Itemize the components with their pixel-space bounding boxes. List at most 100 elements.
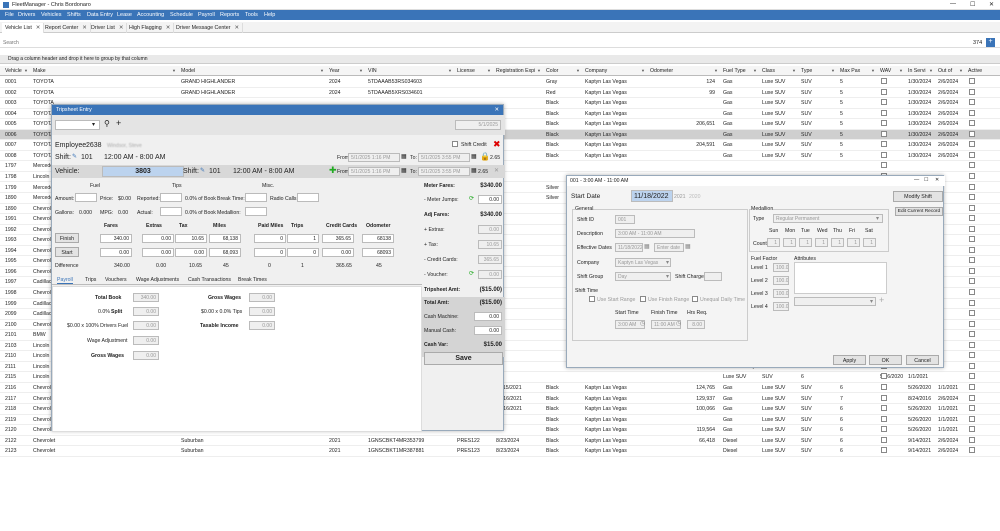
minimize-icon[interactable]: — [914,177,919,183]
calendar-icon[interactable]: ▦ [644,243,650,250]
table-row[interactable]: 0002 TOYOTA GRAND HIGHLANDER 2024 5TDAAAB5XR… [0,88,1000,99]
subtab-vouchers[interactable]: Vouchers [105,277,127,283]
column-header[interactable]: Vehicle [5,68,22,74]
extras-input[interactable]: 0.00 [478,225,502,234]
table-row[interactable]: 2123 Chevrolet Suburban 2021 1GNSCBKT1MR3878… [0,446,1000,457]
column-header[interactable]: Model [181,68,195,74]
active-checkbox[interactable] [969,99,975,106]
active-checkbox[interactable] [969,257,975,264]
active-checkbox[interactable] [969,341,975,348]
day-count-input[interactable]: 1 [767,238,780,247]
use-start-range-checkbox[interactable] [589,296,595,302]
wav-checkbox[interactable] [881,415,887,422]
column-header[interactable]: Make [33,68,46,74]
active-checkbox[interactable] [969,246,975,253]
filter-icon[interactable]: ▼ [359,68,363,73]
maximize-icon[interactable]: ☐ [924,177,929,183]
subtab-break-times[interactable]: Break Times [238,277,267,283]
active-checkbox[interactable] [969,320,975,327]
close-icon[interactable]: ✕ [36,25,40,31]
menu-vehicles[interactable]: Vehicles [41,12,62,18]
tips-calc-input[interactable]: 0.00 [249,307,275,316]
filter-icon[interactable]: ▼ [871,68,875,73]
active-checkbox[interactable] [969,310,975,317]
tab-report-center[interactable]: Report Center ✕ [42,23,91,33]
clock-icon[interactable]: ◷ [676,320,681,327]
active-checkbox[interactable] [969,194,975,201]
active-checkbox[interactable] [969,426,975,433]
column-header[interactable]: Company [585,68,607,74]
wav-checkbox[interactable] [881,383,887,390]
taxable-income-input[interactable]: 0.00 [249,321,275,330]
cancel-button[interactable]: Cancel [906,355,939,365]
filter-icon[interactable]: ▼ [172,68,176,73]
wav-checkbox[interactable] [881,78,887,84]
filter-icon[interactable]: ▼ [899,68,903,73]
active-checkbox[interactable] [969,151,975,158]
active-checkbox[interactable] [969,405,975,412]
close-icon[interactable]: ✕ [234,25,238,31]
filter-icon[interactable]: ▼ [792,68,796,73]
active-checkbox[interactable] [969,331,975,338]
tab-driver-message-center[interactable]: Driver Message Center ✕ [173,23,243,33]
active-checkbox[interactable] [969,109,975,116]
column-header[interactable]: Odometer [650,68,673,74]
calendar-icon[interactable]: ▦ [685,243,691,250]
table-row[interactable]: 2122 Chevrolet Suburban 2021 1GNSCBKT4MR3537… [0,436,1000,447]
start-value[interactable]: 68,093 [209,248,241,257]
filter-icon[interactable]: ▼ [929,68,933,73]
calendar-icon[interactable]: ▦ [471,153,477,160]
close-icon[interactable]: ✕ [495,107,499,113]
wav-checkbox[interactable] [881,447,887,454]
search-icon[interactable]: ⚲ [104,119,110,128]
wav-checkbox[interactable] [881,141,887,148]
active-checkbox[interactable] [969,352,975,359]
finish-value[interactable]: 340.00 [100,234,132,243]
credit-cards-input[interactable]: 365.65 [478,255,502,264]
active-checkbox[interactable] [969,204,975,211]
tax-input[interactable]: 10.65 [478,240,502,249]
column-header[interactable]: Year [329,68,339,74]
active-checkbox[interactable] [969,215,975,222]
column-header[interactable]: In Servi [908,68,926,74]
finish-value[interactable]: 0.00 [142,234,174,243]
column-header[interactable]: Active [968,68,982,74]
active-checkbox[interactable] [969,162,975,169]
voucher-input[interactable]: 0.00 [478,270,502,279]
day-count-input[interactable]: 1 [815,238,828,247]
chevron-down-icon[interactable]: ▾ [666,259,669,266]
active-checkbox[interactable] [969,88,975,95]
tab-vehicle-list[interactable]: Vehicle List ✕ [2,23,45,33]
fuel-level-input[interactable]: 100.0 [773,289,789,298]
finish-value[interactable]: 1 [287,234,319,243]
finish-value[interactable]: 0 [254,234,286,243]
edit-current-record-button[interactable]: Edit Current Record [895,207,943,216]
description-input[interactable]: 3:00 AM - 11:00 AM [615,229,695,238]
column-header[interactable]: Color [546,68,558,74]
wav-checkbox[interactable] [881,120,887,127]
start-value[interactable]: 0 [287,248,319,257]
column-header[interactable]: VIN [368,68,377,74]
day-count-input[interactable]: 1 [799,238,812,247]
attributes-list[interactable] [794,262,887,294]
drivers-fuel-input[interactable]: 0.00 [133,321,159,330]
finish-value[interactable]: 10.65 [175,234,207,243]
start-value[interactable]: 0.00 [100,248,132,257]
active-checkbox[interactable] [969,236,975,243]
remove-icon[interactable]: ✕ [494,167,499,174]
filter-icon[interactable]: ▼ [448,68,452,73]
active-checkbox[interactable] [969,289,975,295]
menu-accounting[interactable]: Accounting [137,12,164,18]
finish-value[interactable]: 68,138 [209,234,241,243]
filter-icon[interactable]: ▼ [320,68,324,73]
refresh-icon[interactable]: ⟳ [469,195,474,202]
menu-help[interactable]: Help [264,12,275,18]
wage-adjustment-input[interactable]: 0.00 [133,336,159,345]
start-value[interactable]: 0.00 [322,248,354,257]
wav-checkbox[interactable] [881,405,887,412]
start-value[interactable]: 0 [254,248,286,257]
day-count-input[interactable]: 1 [831,238,844,247]
active-checkbox[interactable] [969,383,975,390]
active-checkbox[interactable] [969,373,975,380]
filter-icon[interactable]: ▼ [831,68,835,73]
